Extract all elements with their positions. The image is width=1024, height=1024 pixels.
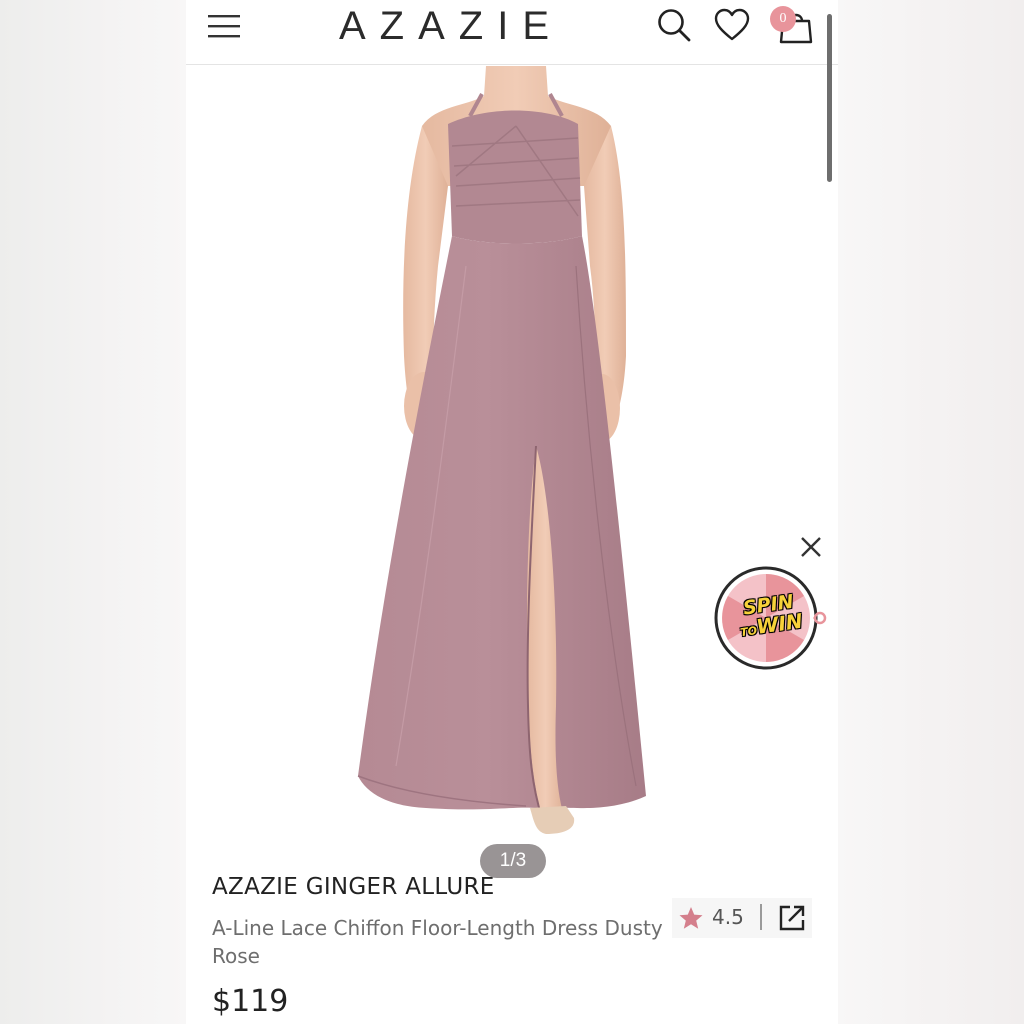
search-icon[interactable]	[656, 7, 692, 43]
close-icon[interactable]	[798, 534, 824, 560]
product-subtitle: A-Line Lace Chiffon Floor-Length Dress D…	[212, 916, 663, 968]
star-icon	[679, 907, 703, 929]
product-price: $119	[212, 984, 289, 1019]
brand-logo[interactable]: AZAZIE	[326, 3, 576, 49]
background-left	[0, 0, 186, 1024]
product-brand-title: AZAZIE GINGER ALLURE	[212, 874, 495, 900]
product-info: AZAZIE GINGER ALLURE A-Line Lace Chiffon…	[186, 860, 838, 1024]
rating-box: 4.5	[672, 898, 812, 938]
background-right	[838, 0, 1024, 1024]
dress-photo	[357, 66, 646, 834]
top-header: AZAZIE 0	[186, 0, 838, 182]
share-icon[interactable]	[778, 904, 806, 932]
menu-icon[interactable]	[206, 12, 242, 40]
win-word: WIN	[754, 608, 805, 639]
phone-screen: AZAZIE 0 1/3 SPIN TOWIN AZAZIE GINGER AL…	[186, 0, 838, 1024]
divider	[760, 904, 762, 930]
spin-to-win-button[interactable]: SPIN TOWIN	[712, 565, 832, 671]
rating-value[interactable]: 4.5	[712, 905, 744, 929]
cart-count-badge: 0	[770, 6, 796, 32]
product-image-gallery[interactable]: 1/3	[186, 66, 838, 878]
heart-icon[interactable]	[714, 8, 750, 42]
